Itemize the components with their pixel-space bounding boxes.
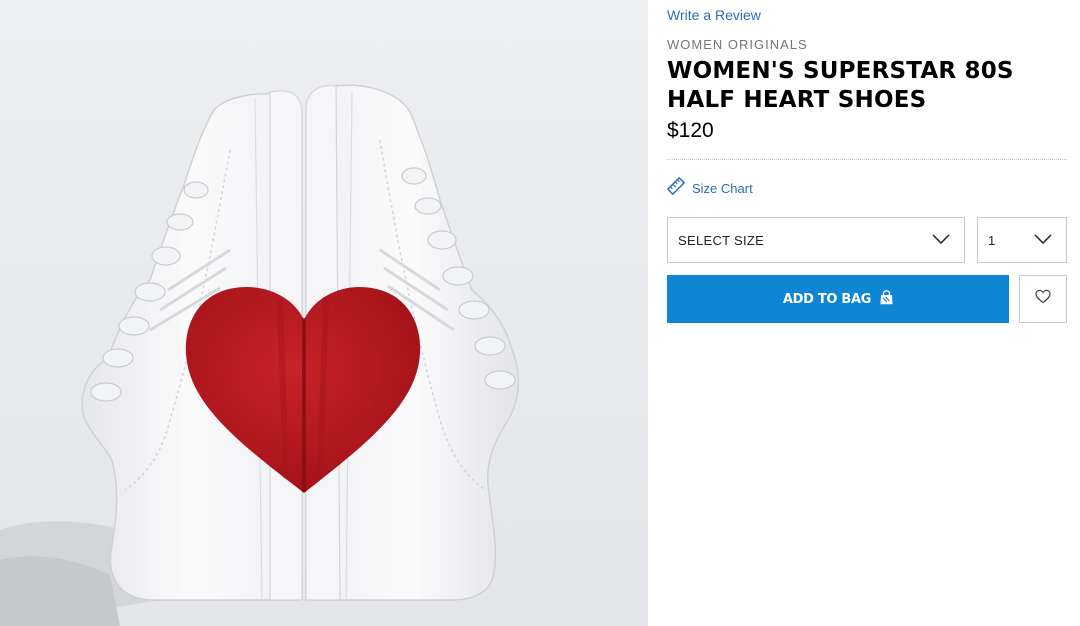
ruler-icon (666, 176, 686, 200)
add-to-bag-button[interactable]: ADD TO BAG (667, 275, 1009, 323)
divider (667, 159, 1067, 160)
size-dropdown-label: SELECT SIZE (678, 232, 765, 248)
shopping-bag-icon (880, 290, 893, 308)
quantity-value: 1 (988, 232, 996, 248)
product-category: WOMEN ORIGINALS (667, 37, 808, 52)
shoes-half-heart-image (0, 0, 648, 626)
chevron-down-icon (932, 231, 950, 249)
product-image (0, 0, 648, 626)
quantity-dropdown[interactable]: 1 (977, 217, 1067, 263)
chevron-down-icon (1034, 231, 1052, 249)
product-title: WOMEN'S SUPERSTAR 80S HALF HEART SHOES (667, 58, 1014, 113)
size-dropdown[interactable]: SELECT SIZE (667, 217, 965, 263)
size-chart-label: Size Chart (692, 180, 753, 196)
write-review-link[interactable]: Write a Review (667, 7, 761, 23)
heart-icon (1035, 289, 1051, 309)
product-price: $120 (667, 119, 714, 142)
add-to-bag-label: ADD TO BAG (782, 291, 872, 307)
size-chart-link[interactable]: Size Chart (666, 176, 753, 200)
wishlist-button[interactable] (1019, 275, 1067, 323)
